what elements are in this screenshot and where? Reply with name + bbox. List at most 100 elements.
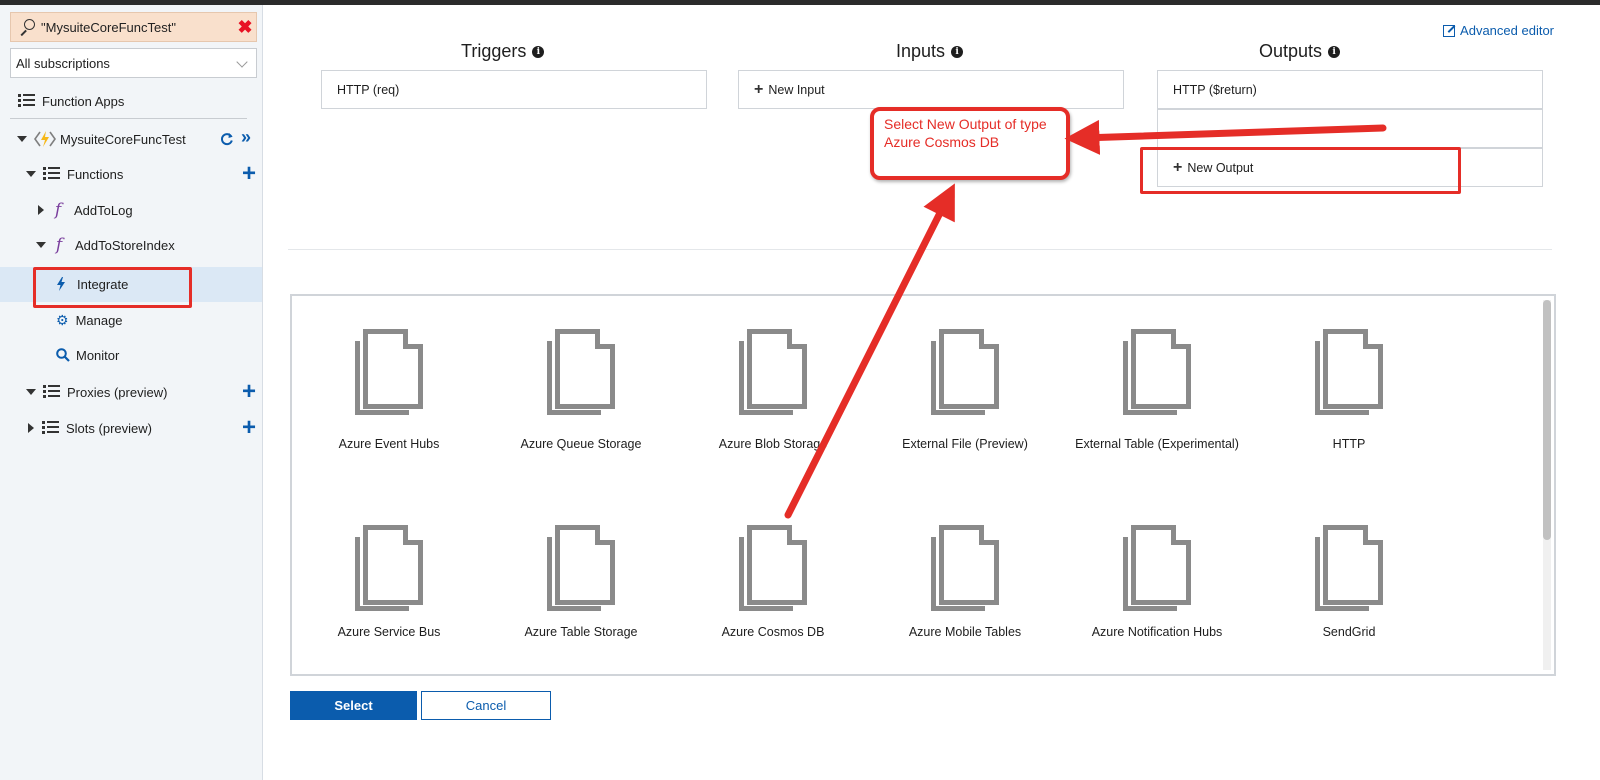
list-icon: [18, 94, 35, 108]
sidebar-item-function-apps[interactable]: Function Apps: [18, 85, 124, 117]
collapse-arrow-icon[interactable]: [36, 242, 46, 248]
subscription-dropdown[interactable]: All subscriptions: [10, 48, 257, 78]
sidebar-item-label: Monitor: [76, 347, 120, 363]
sidebar-item-monitor[interactable]: Monitor: [56, 339, 119, 371]
template-label: Azure Mobile Tables: [908, 625, 1022, 639]
binding-template-gallery: Azure Event Hubs Azure Queue Storage Azu…: [290, 294, 1556, 676]
template-label: Azure Cosmos DB: [721, 625, 825, 639]
output-pending-binding[interactable]: [1157, 109, 1543, 148]
template-tile[interactable]: Azure Queue Storage: [487, 329, 675, 479]
advanced-editor-label: Advanced editor: [1460, 23, 1554, 38]
sidebar-item-label: AddToLog: [74, 202, 133, 218]
search-input[interactable]: "MysuiteCoreFuncTest": [41, 20, 234, 35]
template-tile[interactable]: Azure Notification Hubs: [1063, 525, 1251, 675]
collapse-arrow-icon[interactable]: [26, 171, 36, 177]
document-icon: [547, 525, 617, 613]
search-icon: [19, 19, 35, 35]
info-icon[interactable]: i: [532, 45, 545, 58]
collapse-arrow-icon[interactable]: [17, 136, 27, 142]
double-chevron-right-icon[interactable]: »: [241, 127, 251, 148]
template-label: HTTP: [1332, 437, 1366, 451]
template-label: Azure Queue Storage: [520, 437, 642, 451]
template-label: External File (Preview): [902, 437, 1028, 451]
cancel-button[interactable]: Cancel: [421, 691, 551, 720]
binding-label: HTTP (req): [337, 82, 400, 97]
search-box[interactable]: "MysuiteCoreFuncTest" ✖: [10, 12, 257, 42]
add-function-icon[interactable]: +: [242, 162, 256, 186]
sidebar-item-manage[interactable]: ⚙ Manage: [56, 304, 123, 336]
app-name: MysuiteCoreFuncTest: [60, 131, 186, 147]
template-label: Azure Notification Hubs: [1091, 625, 1223, 639]
document-icon: [1315, 329, 1385, 417]
template-tile[interactable]: Azure Blob Storage: [679, 329, 867, 479]
list-icon: [43, 167, 60, 181]
sidebar-item-label: Function Apps: [42, 93, 125, 109]
document-icon: [355, 329, 425, 417]
portal-app: "MysuiteCoreFuncTest" ✖ All subscription…: [0, 5, 1600, 780]
template-tile[interactable]: Azure Table Storage: [487, 525, 675, 675]
sidebar-item-app[interactable]: MysuiteCoreFuncTest »: [17, 123, 262, 155]
sidebar-item-slots[interactable]: Slots (preview) +: [28, 412, 262, 444]
sidebar-item-addtolog[interactable]: f AddToLog: [38, 194, 133, 226]
template-tile-cosmos-db[interactable]: Azure Cosmos DB: [679, 525, 867, 675]
gear-icon: ⚙: [56, 311, 69, 328]
template-tile[interactable]: HTTP: [1255, 329, 1443, 479]
new-input-button[interactable]: + New Input: [738, 70, 1124, 109]
add-proxy-icon[interactable]: +: [242, 380, 256, 404]
sidebar-item-label: AddToStoreIndex: [75, 237, 175, 253]
sidebar-item-label: Proxies (preview): [67, 384, 168, 400]
scrollbar-thumb[interactable]: [1543, 300, 1551, 540]
template-tile[interactable]: Azure Event Hubs: [295, 329, 483, 479]
template-label: Azure Table Storage: [524, 625, 638, 639]
info-icon[interactable]: i: [1328, 45, 1341, 58]
function-app-icon: [34, 131, 56, 147]
clear-search-icon[interactable]: ✖: [234, 17, 256, 38]
chevron-down-icon: [236, 56, 248, 68]
triggers-title: Triggers: [461, 41, 527, 61]
select-button[interactable]: Select: [290, 691, 417, 720]
binding-label: HTTP ($return): [1173, 82, 1257, 97]
outputs-title: Outputs: [1259, 41, 1323, 61]
monitor-search-icon: [56, 348, 70, 362]
expand-arrow-icon[interactable]: [38, 205, 44, 215]
template-tile[interactable]: Azure Service Bus: [295, 525, 483, 675]
annotation-box-new-output: [1140, 147, 1461, 194]
subscription-value: All subscriptions: [16, 55, 110, 71]
expand-arrow-icon[interactable]: [28, 423, 34, 433]
info-icon[interactable]: i: [951, 45, 964, 58]
trigger-http-binding[interactable]: HTTP (req): [321, 70, 707, 109]
plus-icon: +: [754, 80, 764, 98]
section-divider: [288, 249, 1552, 250]
inputs-title: Inputs: [896, 41, 946, 61]
template-tile[interactable]: External File (Preview): [871, 329, 1059, 479]
template-tile[interactable]: SendGrid: [1255, 525, 1443, 675]
output-http-binding[interactable]: HTTP ($return): [1157, 70, 1543, 109]
refresh-icon[interactable]: [220, 132, 234, 146]
sidebar-item-label: Manage: [75, 312, 123, 328]
advanced-editor-link[interactable]: Advanced editor: [1443, 23, 1554, 38]
document-icon: [1315, 525, 1385, 613]
document-icon: [355, 525, 425, 613]
add-slot-icon[interactable]: +: [242, 416, 256, 440]
template-label: SendGrid: [1322, 625, 1376, 639]
sidebar-item-proxies[interactable]: Proxies (preview) +: [26, 376, 262, 408]
collapse-arrow-icon[interactable]: [26, 389, 36, 395]
template-tile[interactable]: Azure Mobile Tables: [871, 525, 1059, 675]
edit-icon: [1443, 24, 1456, 37]
gallery-scrollbar[interactable]: [1543, 300, 1551, 670]
annotation-box-integrate: [33, 267, 192, 308]
sidebar-item-label: Slots (preview): [66, 420, 152, 436]
function-icon: f: [55, 235, 63, 255]
document-icon: [931, 525, 1001, 613]
sidebar-item-functions[interactable]: Functions +: [26, 158, 262, 190]
template-label: Azure Event Hubs: [338, 437, 440, 451]
document-icon: [1123, 329, 1193, 417]
new-input-label: New Input: [768, 82, 825, 97]
document-icon: [1123, 525, 1193, 613]
outputs-heading: Outputs i: [1259, 41, 1341, 62]
document-icon: [547, 329, 617, 417]
sidebar-item-addtostoreindex[interactable]: f AddToStoreIndex: [36, 229, 175, 261]
template-tile[interactable]: External Table (Experimental): [1063, 329, 1251, 479]
template-label: Azure Service Bus: [337, 625, 441, 639]
template-label: External Table (Experimental): [1075, 437, 1239, 451]
